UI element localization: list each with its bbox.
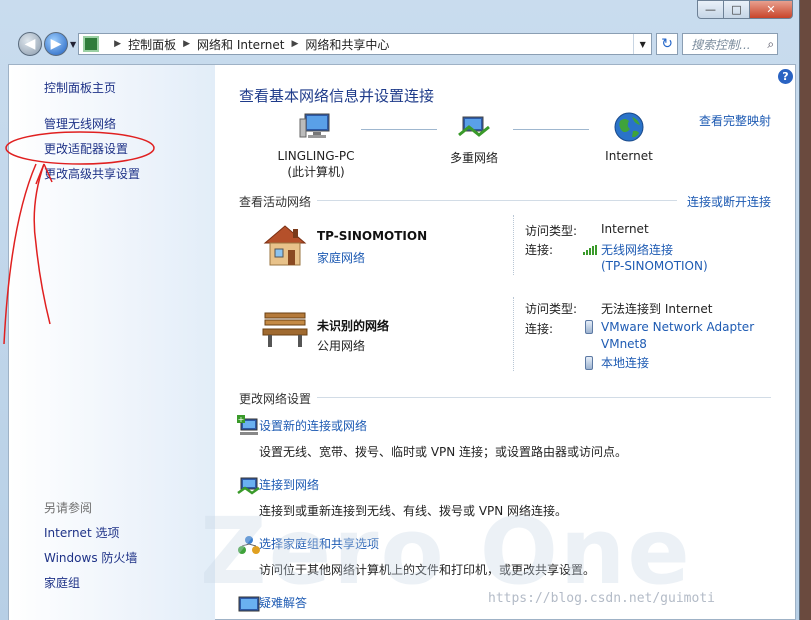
access-type-value: Internet [601,222,649,236]
chevron-right-icon[interactable]: ▶ [183,39,190,49]
globe-icon [612,111,646,143]
section-divider [317,397,771,398]
refresh-icon[interactable]: ↻ [656,33,679,55]
local-connection-link[interactable]: 本地连接 [585,354,649,371]
window: — □ ✕ ◀ ▶ ▼ ▶ 控制面板 ▶ 网络和 Internet ▶ 网络和共… [0,0,800,620]
see-also-homegroup[interactable]: 家庭组 [44,574,80,591]
connect-disconnect-link[interactable]: 连接或断开连接 [687,193,771,210]
connection-key: 连接: [525,322,554,336]
connection-value: 无线网络连接 [601,243,674,257]
column-divider [513,297,514,371]
vmware-adapter-link[interactable]: VMware Network Adapter [585,320,754,334]
network-type-link[interactable]: 家庭网络 [317,249,365,266]
connection-value: VMware Network Adapter [601,320,755,334]
task-title-link[interactable]: 设置新的连接或网络 [259,417,627,434]
sidebar-item-change-adapter[interactable]: 更改适配器设置 [44,140,128,157]
maximize-button[interactable]: □ [723,0,750,19]
sidebar-item-control-panel-home[interactable]: 控制面板主页 [44,79,116,96]
task-title-link[interactable]: 连接到网络 [259,476,567,493]
close-button[interactable]: ✕ [749,0,793,19]
chevron-right-icon[interactable]: ▶ [291,39,298,49]
access-type-key: 访问类型: [525,224,578,238]
access-type-key: 访问类型: [525,302,578,316]
connection-key: 连接: [525,243,554,257]
breadcrumb-network-internet[interactable]: 网络和 Internet [197,36,284,53]
node-internet[interactable]: Internet [574,111,684,163]
desktop-edge [800,0,811,620]
minimize-button[interactable]: — [697,0,724,19]
network-adapter-icon [585,320,593,334]
active-networks-label: 查看活动网络 [239,195,312,209]
node-label: LINGLING-PC [277,149,355,163]
sidebar: 控制面板主页 管理无线网络 更改适配器设置 更改高级共享设置 另请参阅 Inte… [9,65,215,620]
search-placeholder: 搜索控制... [691,37,751,52]
task-description: 设置无线、宽带、拨号、临时或 VPN 连接；或设置路由器或访问点。 [259,445,628,459]
node-sublabel: (此计算机) [287,165,345,179]
signal-bars-icon [583,245,597,255]
public-network-bench-icon [261,309,309,352]
multiple-networks-icon [457,111,491,143]
node-label: Internet [605,149,653,163]
network-name: TP-SINOMOTION [317,229,428,243]
computer-icon [299,111,333,143]
connection-value-ssid[interactable]: (TP-SINOMOTION) [601,259,708,273]
task-new-connection: 设置新的连接或网络 设置无线、宽带、拨号、临时或 VPN 连接；或设置路由器或访… [259,417,627,460]
breadcrumb-network-center[interactable]: 网络和共享中心 [305,36,389,53]
address-bar[interactable]: ▶ 控制面板 ▶ 网络和 Internet ▶ 网络和共享中心 ▼ [78,33,653,55]
connect-network-icon [237,475,261,497]
node-label: 多重网络 [449,151,498,165]
help-icon[interactable]: ? [778,69,793,84]
control-panel-icon [83,36,100,52]
home-network-icon [261,223,309,270]
wireless-connection-link[interactable]: 无线网络连接 [583,241,673,258]
new-connection-icon: + [237,415,261,437]
search-icon[interactable]: ⌕ [767,37,774,52]
connection-value: 本地连接 [601,356,650,370]
see-also-firewall[interactable]: Windows 防火墙 [44,549,137,566]
forward-button[interactable]: ▶ [44,32,68,56]
search-input[interactable]: 搜索控制... ⌕ [682,33,779,55]
section-divider [317,200,677,201]
history-dropdown-icon[interactable]: ▼ [70,40,76,49]
see-also-heading: 另请参阅 [44,501,93,515]
column-divider [513,215,514,275]
watermark-logo: Zero One [200,498,692,605]
navigation-bar: ◀ ▶ ▼ ▶ 控制面板 ▶ 网络和 Internet ▶ 网络和共享中心 ▼ … [18,32,798,56]
network-adapter-icon [585,356,593,370]
svg-text:+: + [238,415,245,424]
access-type-value: 无法连接到 Internet [601,302,713,316]
node-this-computer[interactable]: LINGLING-PC (此计算机) [261,111,371,180]
page-title: 查看基本网络信息并设置连接 [239,87,435,105]
node-multiple-networks[interactable]: 多重网络 [419,111,529,166]
address-dropdown-icon[interactable]: ▼ [633,34,651,54]
chevron-right-icon[interactable]: ▶ [114,39,121,49]
network-type: 公用网络 [317,339,366,353]
change-settings-label: 更改网络设置 [239,392,312,406]
full-map-link[interactable]: 查看完整映射 [699,112,771,129]
sidebar-item-manage-wireless[interactable]: 管理无线网络 [44,115,116,132]
breadcrumb-control-panel[interactable]: 控制面板 [128,36,176,53]
caption-buttons: — □ ✕ [697,0,793,19]
see-also-internet-options[interactable]: Internet 选项 [44,524,119,541]
back-button[interactable]: ◀ [18,32,42,56]
sidebar-item-advanced-sharing[interactable]: 更改高级共享设置 [44,165,140,182]
connection-value-vmnet8[interactable]: VMnet8 [601,337,647,351]
network-name: 未识别的网络 [317,319,390,333]
watermark-url: https://blog.csdn.net/guimoti [488,591,715,606]
